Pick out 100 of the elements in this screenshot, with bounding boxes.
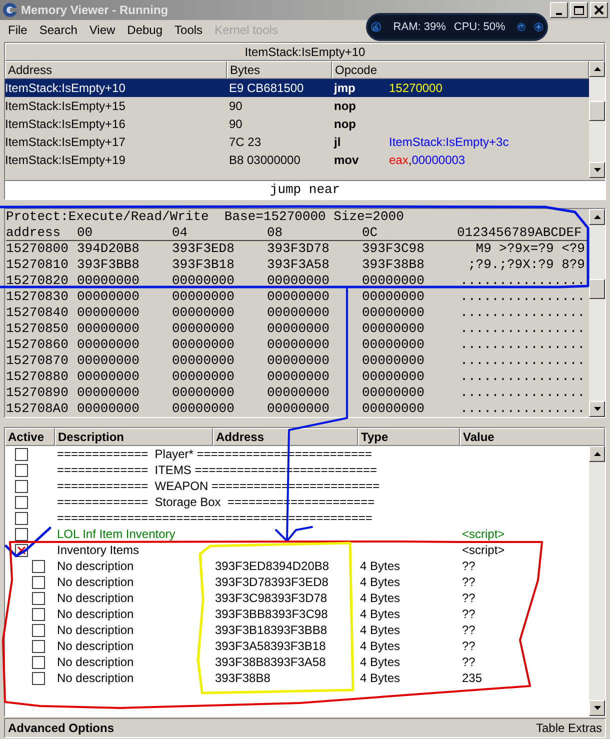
hex-cell-text: 00000000 [172, 337, 236, 353]
disassembly-row[interactable]: ItemStack:IsEmpty+19 B8 03000000 mov eax,00000003 [5, 151, 589, 169]
type-cell-text: 4 Bytes [359, 574, 402, 591]
hex-cell-text: 00000000 [267, 321, 330, 337]
hex-cell-text: 00000000 [77, 273, 140, 289]
ascii-cell-text: ................ [459, 385, 585, 401]
value-cell-text: <script> [461, 526, 505, 543]
hex-cell-text: 00000000 [362, 369, 426, 385]
column-header[interactable]: Address [213, 428, 358, 446]
cpu-usage: CPU: 50% [454, 20, 506, 35]
bytes-cell-text: 90 [228, 116, 244, 133]
mnemonic-cell-text: nop [333, 98, 357, 115]
hex-cell-text: 00000000 [77, 337, 140, 353]
hex-cell-text: 394D20B8 [77, 241, 140, 257]
column-header: 08 [267, 225, 284, 240]
column-header: 00 [77, 225, 94, 240]
hex-cell-text: 00000000 [172, 353, 236, 369]
menu-item[interactable]: Debug [121, 21, 169, 39]
operand-cell-text: eax,00000003 [389, 152, 466, 169]
description-cell-text: No description [56, 622, 135, 639]
hex-cell-text: 00000000 [77, 305, 140, 321]
mnemonic-cell-text: jl [332, 134, 342, 151]
menu-item[interactable]: Search [33, 21, 84, 39]
address-cell-text: 393F38B8393F3A58 [214, 654, 327, 671]
disassembly-row[interactable]: ItemStack:IsEmpty+15 90 nop [5, 97, 589, 115]
description-cell-text: No description [56, 590, 135, 607]
type-cell-text: 4 Bytes [359, 558, 402, 575]
table-extras-button[interactable]: Table Extras [536, 719, 602, 737]
operand-cell-text: ItemStack:IsEmpty+3c [389, 134, 509, 151]
hex-cell-text: 00000000 [172, 385, 236, 401]
disassembly-row[interactable]: ItemStack:IsEmpty+16 90 nop [5, 115, 589, 133]
column-header[interactable]: Type [358, 428, 460, 446]
address-cell-text: 15270880 [6, 369, 70, 385]
hex-cell-text: 00000000 [267, 369, 330, 385]
ascii-cell-text: ................ [459, 401, 585, 417]
column-header[interactable]: Active [5, 428, 55, 446]
hex-cell-text: 00000000 [267, 273, 330, 289]
hex-cell-text: 00000000 [77, 385, 140, 401]
hex-cell-text: 00000000 [267, 337, 330, 353]
column-header[interactable]: Address [5, 61, 227, 79]
hex-cell-text: 00000000 [362, 385, 426, 401]
address-cell-text: 393F38B8 [214, 670, 272, 687]
location-header: ItemStack:IsEmpty+10 [5, 43, 605, 61]
description-cell-text: No description [56, 574, 135, 591]
address-cell-text: ItemStack:IsEmpty+16 [5, 116, 126, 133]
address-cell-text: 15270800 [6, 241, 70, 257]
menu-item[interactable]: File [2, 21, 34, 39]
bytes-cell-text: 7C 23 [228, 134, 262, 151]
hex-cell-text: 393F3ED8 [172, 241, 236, 257]
mnemonic-cell-text: mov [333, 152, 360, 169]
address-cell-text: 393F3ED8394D20B8 [214, 558, 330, 575]
description-cell-text: No description [56, 606, 135, 623]
hex-cell-text: 00000000 [172, 321, 236, 337]
hex-cell-text: 00000000 [77, 353, 140, 369]
hex-cell-text: 00000000 [77, 321, 140, 337]
type-cell-text: 4 Bytes [359, 654, 402, 671]
menu-item[interactable]: View [83, 21, 122, 39]
disassembly-row[interactable]: ItemStack:IsEmpty+17 7C 23 jl ItemStack:IsEmpty+3c [5, 133, 589, 151]
address-cell-text: 393F3C98393F3D78 [214, 590, 328, 607]
address-cell-text: 15270850 [6, 321, 70, 337]
value-cell-text: ?? [461, 558, 476, 575]
value-cell-text: ?? [461, 622, 476, 639]
hex-cell-text: 00000000 [172, 369, 236, 385]
hex-cell-text: 00000000 [362, 337, 426, 353]
value-cell-text: <script> [461, 542, 505, 559]
column-header[interactable]: Bytes [227, 61, 332, 79]
address-cell-text: 15270870 [6, 353, 70, 369]
hex-cell-text: 00000000 [77, 369, 140, 385]
column-header[interactable]: Value [460, 428, 605, 446]
description-cell-text: No description [56, 670, 135, 687]
hex-cell-text: 00000000 [172, 305, 236, 321]
hex-cell-text: 00000000 [267, 289, 330, 305]
hex-cell-text: 00000000 [362, 289, 426, 305]
hex-cell-text: 393F3D78 [267, 241, 330, 257]
column-header[interactable]: Description [55, 428, 213, 446]
hex-cell-text: 00000000 [267, 401, 330, 417]
description-cell-text: No description [56, 558, 135, 575]
hex-cell-text: 00000000 [362, 401, 426, 417]
hex-cell-text: 00000000 [362, 321, 426, 337]
memory-info: Protect:Execute/Read/Write Base=15270000 Size=2000 [6, 209, 405, 225]
column-header[interactable]: Opcode [332, 61, 589, 79]
address-cell-text: 15270840 [6, 305, 70, 321]
value-cell-text: ?? [461, 606, 476, 623]
address-cell-text: ItemStack:IsEmpty+15 [5, 98, 126, 115]
address-cell-text: 393F3BB8393F3C98 [214, 606, 329, 623]
address-cell-text: 15270890 [6, 385, 70, 401]
type-cell-text: 4 Bytes [359, 590, 402, 607]
menu-item[interactable]: Tools [168, 21, 209, 39]
address-cell-text: ItemStack:IsEmpty+10 [5, 80, 126, 97]
value-cell-text: ?? [461, 654, 476, 671]
column-header: address [6, 225, 62, 240]
type-cell-text: 4 Bytes [359, 638, 402, 655]
ascii-cell-text: ................ [459, 305, 585, 321]
disassembly-row[interactable]: ItemStack:IsEmpty+10 E9 CB681500 jmp 15270000 [5, 79, 589, 97]
hex-cell-text: 00000000 [77, 401, 140, 417]
advanced-options-button[interactable]: Advanced Options [8, 719, 114, 737]
type-cell-text: 4 Bytes [359, 622, 402, 639]
address-cell-text: 15270830 [6, 289, 70, 305]
hex-cell-text: 00000000 [172, 401, 236, 417]
hex-cell-text: 00000000 [362, 305, 426, 321]
